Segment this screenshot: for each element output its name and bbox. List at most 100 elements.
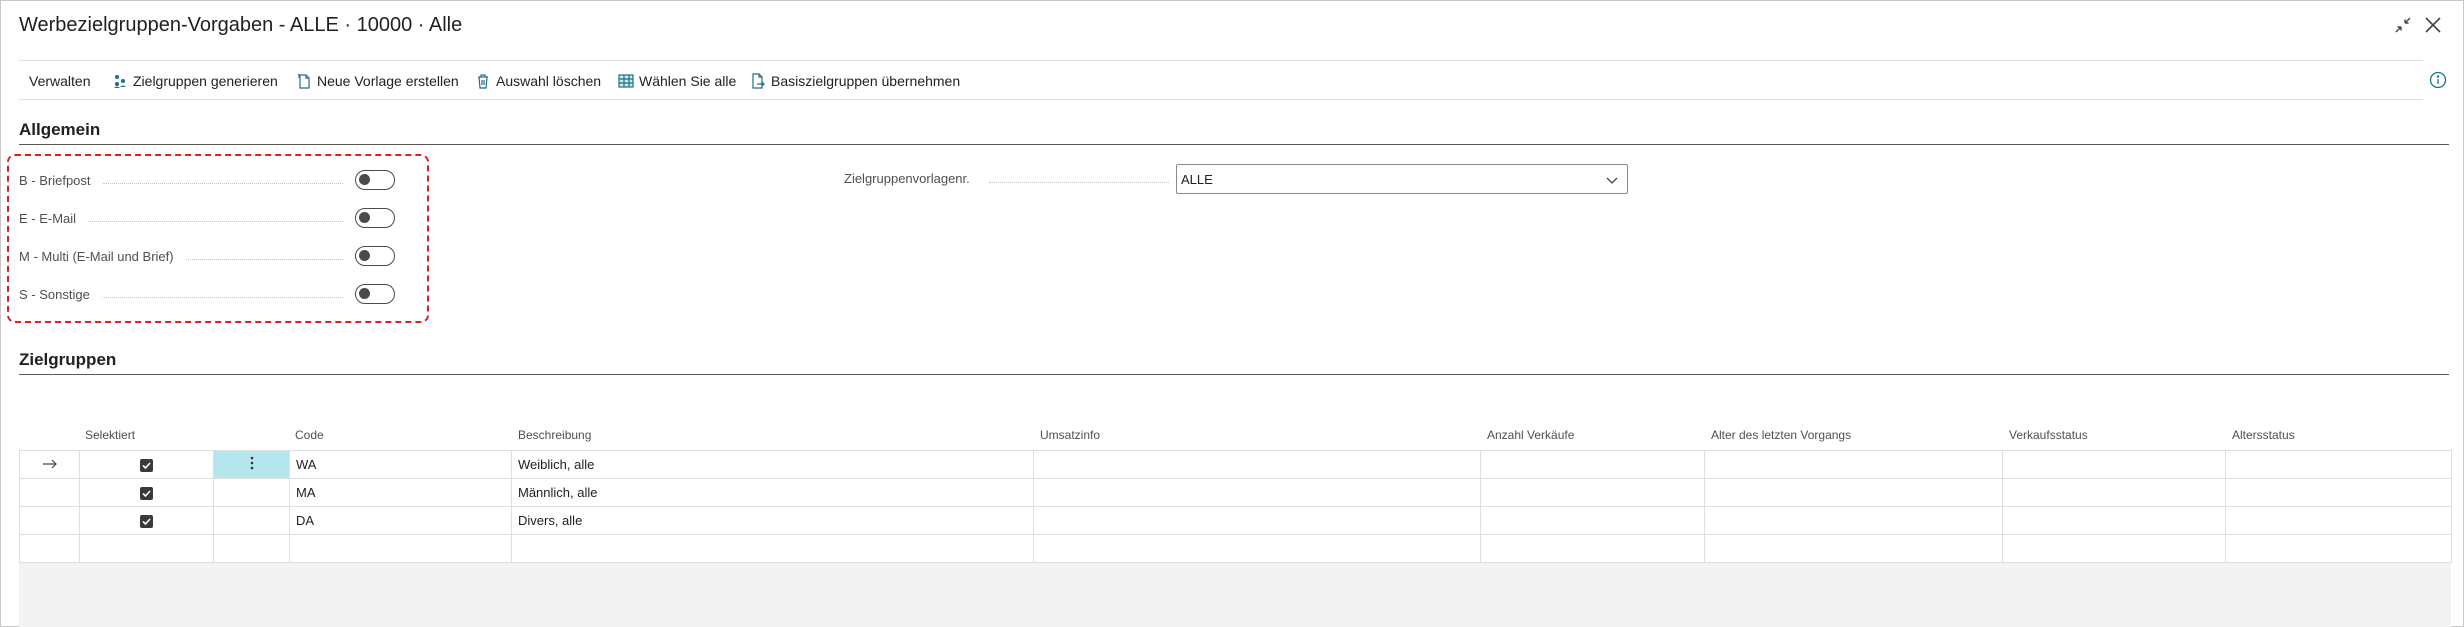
age-status-cell[interactable] bbox=[2225, 506, 2452, 535]
column-header-age-status[interactable]: Altersstatus bbox=[2232, 428, 2295, 442]
selected-cell[interactable] bbox=[79, 450, 214, 479]
row-indicator bbox=[19, 534, 80, 563]
dotted-leader bbox=[989, 182, 1169, 183]
age-status-cell[interactable] bbox=[2225, 534, 2452, 563]
generate-groups-button[interactable]: Zielgruppen generieren bbox=[111, 71, 278, 91]
code-cell[interactable]: WA bbox=[289, 450, 512, 479]
select-all-button[interactable]: Wählen Sie alle bbox=[617, 71, 736, 91]
people-icon bbox=[111, 72, 129, 90]
new-document-icon bbox=[295, 72, 313, 90]
template-no-select[interactable]: ALLE bbox=[1176, 164, 1628, 194]
toggle-row-email: E - E-Mail bbox=[19, 208, 395, 228]
code-cell[interactable]: DA bbox=[289, 506, 512, 535]
sales-status-cell[interactable] bbox=[2002, 534, 2226, 563]
section-divider bbox=[19, 374, 2449, 375]
sales-info-cell[interactable] bbox=[1033, 478, 1481, 507]
toggle-switch-briefpost[interactable] bbox=[355, 170, 395, 190]
table-row[interactable]: WA Weiblich, alle bbox=[19, 450, 2452, 479]
toggle-knob bbox=[359, 174, 370, 185]
description-cell[interactable] bbox=[511, 534, 1034, 563]
grid-empty-area bbox=[19, 563, 2451, 627]
toggle-knob bbox=[359, 212, 370, 223]
more-vertical-icon bbox=[250, 456, 253, 470]
delete-selection-button[interactable]: Auswahl löschen bbox=[474, 71, 601, 91]
description-cell[interactable]: Männlich, alle bbox=[511, 478, 1034, 507]
column-header-sales-info[interactable]: Umsatzinfo bbox=[1040, 428, 1100, 442]
toggle-switch-sonstige[interactable] bbox=[355, 284, 395, 304]
close-icon[interactable] bbox=[2419, 11, 2447, 39]
section-title-general: Allgemein bbox=[19, 120, 101, 139]
selected-cell[interactable] bbox=[79, 506, 214, 535]
last-activity-age-cell[interactable] bbox=[1704, 534, 2003, 563]
dotted-leader bbox=[102, 182, 343, 184]
manage-button[interactable]: Verwalten bbox=[29, 71, 90, 91]
checkbox-checked-icon[interactable] bbox=[140, 487, 153, 501]
column-header-sales-status[interactable]: Verkaufsstatus bbox=[2009, 428, 2088, 442]
column-header-selected[interactable]: Selektiert bbox=[85, 428, 135, 442]
page-title: Werbezielgruppen-Vorgaben - ALLE · 10000… bbox=[19, 14, 463, 36]
age-status-cell[interactable] bbox=[2225, 450, 2452, 479]
sales-status-cell[interactable] bbox=[2002, 450, 2226, 479]
description-cell[interactable]: Divers, alle bbox=[511, 506, 1034, 535]
toggle-label: E - E-Mail bbox=[19, 210, 77, 226]
trash-icon bbox=[474, 72, 492, 90]
template-no-value: ALLE bbox=[1181, 171, 1213, 187]
new-template-label: Neue Vorlage erstellen bbox=[317, 73, 459, 89]
dotted-leader bbox=[88, 220, 343, 222]
info-icon[interactable] bbox=[2429, 71, 2447, 89]
generate-groups-label: Zielgruppen generieren bbox=[133, 73, 278, 89]
column-header-sales-count[interactable]: Anzahl Verkäufe bbox=[1487, 428, 1574, 442]
row-menu-cell[interactable] bbox=[213, 450, 290, 479]
template-no-label: Zielgruppenvorlagenr. bbox=[844, 171, 970, 186]
age-status-cell[interactable] bbox=[2225, 478, 2452, 507]
column-header-last-activity-age[interactable]: Alter des letzten Vorgangs bbox=[1711, 428, 1851, 442]
row-menu-cell[interactable] bbox=[213, 506, 290, 535]
sales-info-cell[interactable] bbox=[1033, 506, 1481, 535]
table-row-empty[interactable] bbox=[19, 534, 2452, 563]
select-all-label: Wählen Sie alle bbox=[639, 73, 737, 89]
sales-status-cell[interactable] bbox=[2002, 478, 2226, 507]
toggle-switch-multi[interactable] bbox=[355, 246, 395, 266]
toggle-label: B - Briefpost bbox=[19, 172, 91, 188]
checkbox-checked-icon[interactable] bbox=[140, 459, 153, 473]
checkbox-checked-icon[interactable] bbox=[140, 515, 153, 529]
sales-count-cell[interactable] bbox=[1480, 478, 1705, 507]
sales-count-cell[interactable] bbox=[1480, 450, 1705, 479]
toggle-row-briefpost: B - Briefpost bbox=[19, 170, 395, 190]
manage-button-label: Verwalten bbox=[29, 73, 91, 89]
code-cell[interactable]: MA bbox=[289, 478, 512, 507]
last-activity-age-cell[interactable] bbox=[1704, 478, 2003, 507]
selected-cell[interactable] bbox=[79, 534, 214, 563]
table-row[interactable]: DA Divers, alle bbox=[19, 506, 2452, 535]
collapse-icon[interactable] bbox=[2389, 11, 2417, 39]
last-activity-age-cell[interactable] bbox=[1704, 506, 2003, 535]
column-header-description[interactable]: Beschreibung bbox=[518, 428, 591, 442]
row-indicator bbox=[19, 478, 80, 507]
table-row[interactable]: MA Männlich, alle bbox=[19, 478, 2452, 507]
toggle-label: S - Sonstige bbox=[19, 286, 90, 302]
sales-count-cell[interactable] bbox=[1480, 534, 1705, 563]
last-activity-age-cell[interactable] bbox=[1704, 450, 2003, 479]
chevron-down-icon bbox=[1605, 173, 1619, 187]
toggle-knob bbox=[359, 250, 370, 261]
sales-count-cell[interactable] bbox=[1480, 506, 1705, 535]
sales-status-cell[interactable] bbox=[2002, 506, 2226, 535]
row-menu-cell[interactable] bbox=[213, 534, 290, 563]
row-menu-cell[interactable] bbox=[213, 478, 290, 507]
toggle-switch-email[interactable] bbox=[355, 208, 395, 228]
code-cell[interactable] bbox=[289, 534, 512, 563]
new-template-button[interactable]: Neue Vorlage erstellen bbox=[295, 71, 459, 91]
apply-base-groups-label: Basiszielgruppen übernehmen bbox=[771, 73, 961, 89]
selected-cell[interactable] bbox=[79, 478, 214, 507]
document-arrow-icon bbox=[749, 72, 767, 90]
delete-selection-label: Auswahl löschen bbox=[496, 73, 602, 89]
groups-table: WA Weiblich, alle MA Männlich, alle DA D… bbox=[19, 450, 2452, 563]
dotted-leader bbox=[101, 296, 343, 298]
apply-base-groups-button[interactable]: Basiszielgruppen übernehmen bbox=[749, 71, 960, 91]
sales-info-cell[interactable] bbox=[1033, 534, 1481, 563]
toggle-row-sonstige: S - Sonstige bbox=[19, 284, 395, 304]
column-header-code[interactable]: Code bbox=[295, 428, 324, 442]
toggle-knob bbox=[359, 288, 370, 299]
description-cell[interactable]: Weiblich, alle bbox=[511, 450, 1034, 479]
sales-info-cell[interactable] bbox=[1033, 450, 1481, 479]
